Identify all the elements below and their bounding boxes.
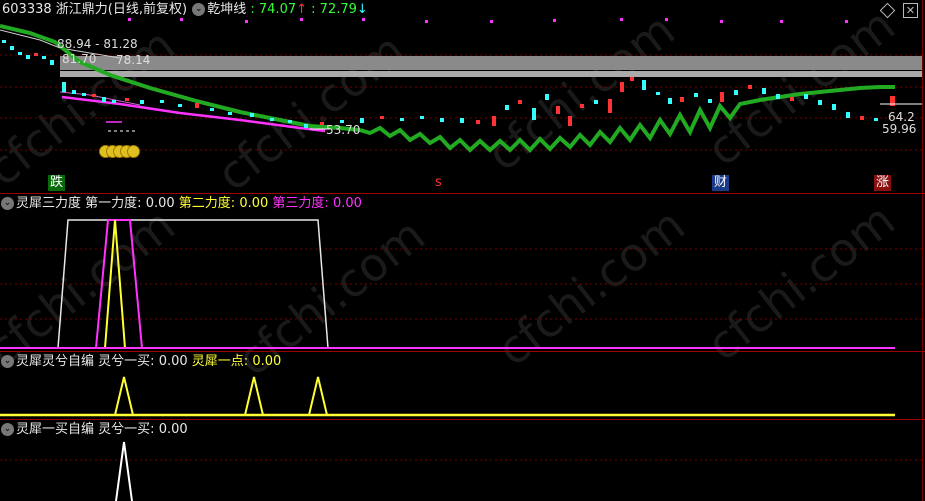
panel3-chart[interactable] — [0, 372, 925, 420]
right-border — [922, 0, 923, 501]
marker-zhang[interactable]: 涨 — [874, 175, 892, 191]
b-label: 灵犀一点: — [191, 354, 249, 369]
p4-a-value: 0.00 — [158, 422, 188, 437]
b-value: 0.00 — [252, 354, 282, 369]
panel4-chart[interactable] — [0, 440, 925, 501]
panel2-settings-icon[interactable]: ⌄ — [1, 197, 14, 210]
marker-die[interactable]: 跌 — [48, 175, 66, 191]
panel2-title[interactable]: 灵犀三力度 — [16, 196, 81, 211]
panel3-settings-icon[interactable]: ⌄ — [1, 355, 14, 368]
panel3-title[interactable]: 灵犀灵兮自编 — [16, 354, 94, 369]
panel2-chart[interactable] — [0, 214, 925, 351]
low-price-label: 53.70 — [326, 123, 361, 137]
main-price-chart[interactable] — [0, 0, 925, 195]
f1-label: 第一力度: — [85, 196, 142, 211]
panel2-header: ⌄ 灵犀三力度 第一力度: 0.00 第二力度: 0.00 第三力度: 0.00 — [0, 194, 362, 214]
panel4-settings-icon[interactable]: ⌄ — [1, 423, 14, 436]
f3-label: 第三力度: — [272, 196, 329, 211]
p4-a-label: 灵兮一买: — [98, 422, 155, 437]
price-label-1: 81.70 — [62, 52, 97, 66]
coin-icon — [127, 145, 140, 158]
f2-value: 0.00 — [239, 196, 269, 211]
f1-value: 0.00 — [145, 196, 175, 211]
a-value: 0.00 — [158, 354, 188, 369]
marker-s[interactable]: s — [433, 175, 444, 191]
right-price-label-2: 59.96 — [882, 122, 917, 136]
a-label: 灵兮一买: — [98, 354, 155, 369]
panel4-header: ⌄ 灵犀一买自编 灵兮一买: 0.00 — [0, 420, 188, 440]
price-range-label: 88.94 - 81.28 — [57, 37, 138, 51]
panel4-title[interactable]: 灵犀一买自编 — [16, 422, 94, 437]
marker-cai[interactable]: 财 — [712, 175, 730, 191]
panel3-header: ⌄ 灵犀灵兮自编 灵兮一买: 0.00 灵犀一点: 0.00 — [0, 352, 281, 372]
price-label-2: 78.14 — [116, 53, 151, 67]
signal-dots — [128, 18, 848, 23]
f2-label: 第二力度: — [178, 196, 236, 211]
f3-value: 0.00 — [332, 196, 362, 211]
